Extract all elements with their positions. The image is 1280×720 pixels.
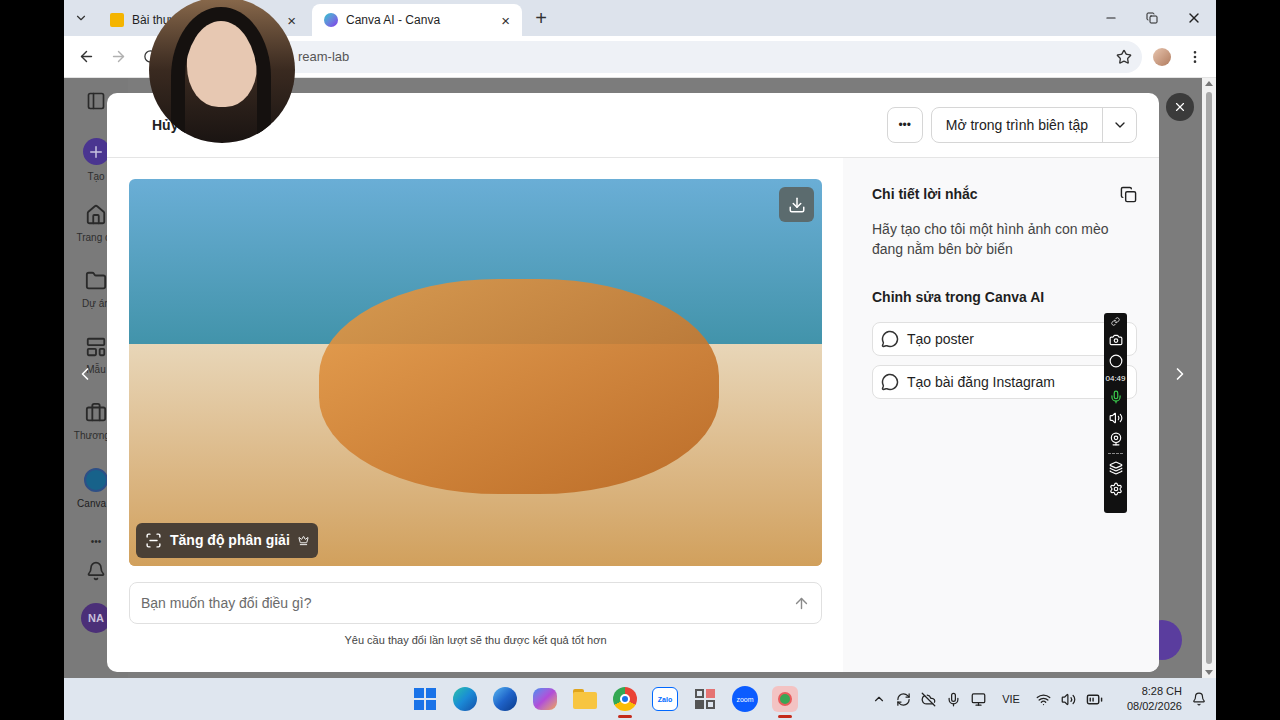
zoom-taskbar-button[interactable]: zoom bbox=[725, 679, 765, 719]
taskbar: Zalo zoom VIE 8:28 CH08/02/2026 bbox=[64, 678, 1216, 720]
explorer-icon bbox=[573, 685, 597, 713]
clock[interactable]: 8:28 CH08/02/2026 bbox=[1127, 684, 1182, 714]
sync-icon[interactable] bbox=[896, 692, 911, 707]
zoom-icon: zoom bbox=[732, 685, 758, 713]
copilot-icon bbox=[533, 685, 557, 713]
notification-icon[interactable] bbox=[1192, 692, 1206, 706]
edge-dev-icon bbox=[493, 685, 517, 713]
slides-icon bbox=[110, 13, 124, 27]
copilot-taskbar-button[interactable] bbox=[525, 679, 565, 719]
zalo-icon: Zalo bbox=[652, 685, 678, 713]
snip-taskbar-button[interactable] bbox=[685, 679, 725, 719]
battery-icon[interactable] bbox=[1086, 691, 1103, 708]
address-field[interactable]: ream-lab bbox=[168, 41, 1142, 73]
more-options-button[interactable]: ••• bbox=[887, 107, 923, 143]
folder-icon bbox=[85, 270, 107, 292]
sidebar-toggle-icon[interactable] bbox=[86, 91, 106, 111]
recorder-speaker-icon[interactable] bbox=[1109, 411, 1123, 425]
chat-icon bbox=[881, 373, 899, 391]
windows-taskbar-button[interactable] bbox=[405, 679, 445, 719]
upscale-icon bbox=[145, 532, 162, 549]
display-icon[interactable] bbox=[971, 692, 986, 707]
tray-chevron-icon[interactable] bbox=[872, 692, 886, 706]
cat bbox=[319, 279, 719, 494]
close-window-button[interactable] bbox=[1172, 0, 1216, 36]
chat-icon bbox=[881, 330, 899, 348]
edit-action-button[interactable]: Tạo bài đăng Instagram bbox=[872, 365, 1137, 399]
crown-icon bbox=[298, 535, 309, 546]
chrome-icon bbox=[613, 685, 637, 713]
edge-dev-taskbar-button[interactable] bbox=[485, 679, 525, 719]
scrollbar[interactable] bbox=[1202, 78, 1216, 678]
edit-action-button[interactable]: Tạo poster bbox=[872, 322, 1137, 356]
browser-tab[interactable]: Canva AI - Canva× bbox=[312, 4, 522, 36]
active-indicator bbox=[778, 715, 792, 718]
download-button[interactable] bbox=[779, 187, 814, 222]
profile-avatar[interactable] bbox=[1146, 43, 1178, 71]
previous-button[interactable] bbox=[73, 362, 97, 386]
bell-icon[interactable] bbox=[86, 561, 106, 581]
snip-icon bbox=[695, 685, 715, 713]
page-content: TạoTrang chDự ánMẫuThương hCanva A•••NAH… bbox=[64, 78, 1216, 678]
restore-button[interactable] bbox=[1131, 0, 1172, 36]
canva-ai-icon bbox=[84, 468, 108, 492]
prompt-text: Hãy tạo cho tôi một hình ảnh con mèo đan… bbox=[872, 219, 1137, 259]
upscale-button[interactable]: Tăng độ phân giải bbox=[136, 523, 318, 558]
recorder-webcam-icon[interactable] bbox=[1109, 432, 1123, 446]
recorder-timer: 04:49 bbox=[1105, 375, 1125, 383]
capture-icon bbox=[772, 685, 798, 713]
chrome-taskbar-button[interactable] bbox=[605, 679, 645, 719]
zalo-taskbar-button[interactable]: Zalo bbox=[645, 679, 685, 719]
record-icon[interactable] bbox=[1109, 354, 1123, 368]
recorder-mic-icon[interactable] bbox=[1109, 390, 1123, 404]
close-dialog-button[interactable] bbox=[1166, 93, 1194, 121]
send-icon[interactable] bbox=[793, 595, 810, 612]
screen-icon[interactable] bbox=[1109, 461, 1123, 475]
capture-taskbar-button[interactable] bbox=[765, 679, 805, 719]
windows-icon bbox=[414, 685, 436, 713]
recorder-toolbar: 04:49 bbox=[1104, 313, 1127, 513]
tab-search-button[interactable] bbox=[64, 2, 98, 34]
language-indicator[interactable]: VIE bbox=[996, 691, 1026, 708]
change-input[interactable]: Bạn muốn thay đổi điều gì? bbox=[129, 582, 822, 624]
camera-icon[interactable] bbox=[1109, 333, 1123, 347]
preview-panel: Tăng độ phân giải Bạn muốn thay đổi điều … bbox=[107, 158, 843, 672]
link-icon[interactable] bbox=[1111, 317, 1120, 326]
minimize-button[interactable] bbox=[1090, 0, 1131, 36]
open-editor-button[interactable]: Mở trong trình biên tập bbox=[931, 107, 1137, 143]
tab-close-button[interactable]: × bbox=[287, 13, 296, 28]
copy-icon[interactable] bbox=[1120, 186, 1137, 203]
cloud-off-icon[interactable] bbox=[921, 692, 936, 707]
settings-icon[interactable] bbox=[1109, 482, 1123, 496]
create-icon bbox=[83, 138, 110, 165]
webcam-overlay bbox=[149, 0, 295, 143]
screen: Bài thuyết×Canva AI - Canva×+ream-labTạo… bbox=[0, 0, 1280, 720]
tab-close-button[interactable]: × bbox=[501, 13, 510, 28]
canva-icon bbox=[324, 13, 338, 27]
back-button[interactable] bbox=[72, 43, 100, 71]
template-icon bbox=[85, 336, 107, 358]
bookmark-star-icon[interactable] bbox=[1116, 49, 1132, 65]
menu-button[interactable] bbox=[1182, 43, 1208, 71]
wifi-icon[interactable] bbox=[1036, 692, 1051, 707]
microphone-icon[interactable] bbox=[946, 692, 961, 707]
active-indicator bbox=[618, 715, 632, 718]
sidebar-more[interactable]: ••• bbox=[91, 534, 102, 549]
edge-icon bbox=[453, 685, 477, 713]
edge-taskbar-button[interactable] bbox=[445, 679, 485, 719]
explorer-taskbar-button[interactable] bbox=[565, 679, 605, 719]
new-tab-button[interactable]: + bbox=[526, 2, 556, 34]
canva-ai-dialog: Hủy•••Mở trong trình biên tậpTăng độ phâ… bbox=[107, 93, 1159, 672]
volume-icon[interactable] bbox=[1061, 692, 1076, 707]
generated-image: Tăng độ phân giải bbox=[129, 179, 822, 566]
next-button[interactable] bbox=[1168, 362, 1192, 386]
chevron-down-icon[interactable] bbox=[1112, 117, 1128, 133]
forward-button bbox=[104, 43, 132, 71]
home-icon bbox=[85, 204, 107, 226]
brand-icon bbox=[85, 402, 107, 424]
hint-text: Yêu cầu thay đổi lần lượt sẽ thu được kế… bbox=[129, 632, 822, 649]
